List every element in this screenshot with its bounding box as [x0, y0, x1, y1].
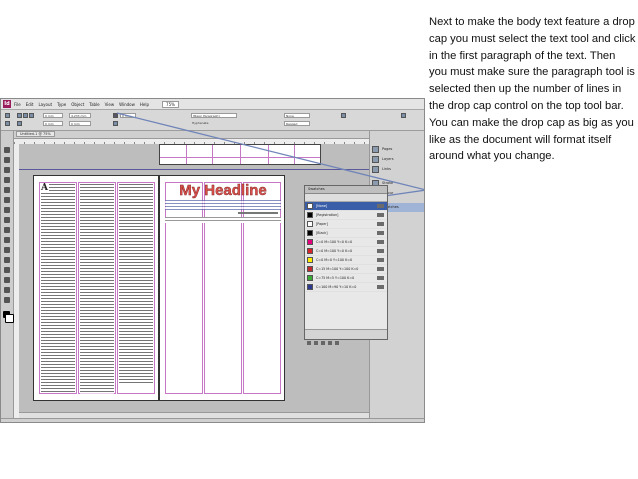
swatch-colour-icon [307, 284, 313, 290]
colour-mode-icon [377, 240, 384, 244]
swatch-name: [Registration] [316, 213, 339, 217]
swatch-name: C=100 M=90 Y=10 K=0 [316, 285, 357, 289]
indesign-screenshot: Id File Edit Layout Type Object Table Vi… [0, 98, 425, 423]
swatch-name: C=0 M=100 Y=0 K=0 [316, 249, 353, 253]
caption-text: Next to make the body text feature a dro… [429, 16, 636, 163]
show-colour-icon[interactable] [314, 341, 318, 345]
swatches-panel-toolbar [305, 194, 387, 202]
colour-mode-icon [377, 267, 384, 271]
swatch-colour-icon [307, 257, 313, 263]
swatch-name: C=0 M=100 Y=0 K=0 [316, 240, 353, 244]
swatch-name: C=75 M=5 Y=100 K=0 [316, 276, 355, 280]
swatch-colour-icon [307, 275, 313, 281]
swatches-panel-footer [305, 329, 387, 345]
swatch-row[interactable]: C=15 M=100 Y=100 K=0 [305, 265, 387, 274]
colour-mode-icon [377, 204, 384, 208]
delete-swatch-icon[interactable] [335, 341, 339, 345]
colour-mode-icon [377, 285, 384, 289]
swatch-colour-icon [307, 230, 313, 236]
swatch-name: [Paper] [316, 222, 328, 226]
colour-mode-icon [377, 258, 384, 262]
colour-mode-icon [377, 213, 384, 217]
show-gradient-icon[interactable] [321, 341, 325, 345]
swatches-panel-title: Swatches [305, 186, 387, 194]
swatch-row[interactable]: C=100 M=90 Y=10 K=0 [305, 283, 387, 292]
swatch-row[interactable]: [Paper] [305, 220, 387, 229]
swatch-name: [Black] [316, 231, 328, 235]
swatch-colour-icon [307, 203, 313, 209]
swatch-name: C=15 M=100 Y=100 K=0 [316, 267, 359, 271]
swatch-row[interactable]: C=0 M=0 Y=100 K=0 [305, 256, 387, 265]
swatch-colour-icon [307, 266, 313, 272]
new-swatch-icon[interactable] [328, 341, 332, 345]
swatch-row[interactable]: C=0 M=100 Y=0 K=0 [305, 238, 387, 247]
colour-mode-icon [377, 231, 384, 235]
swatch-colour-icon [307, 239, 313, 245]
swatch-colour-icon [307, 212, 313, 218]
colour-mode-icon [377, 222, 384, 226]
swatch-row[interactable]: C=75 M=5 Y=100 K=0 [305, 274, 387, 283]
swatch-row[interactable]: [Black] [305, 229, 387, 238]
swatch-row[interactable]: [None] [305, 202, 387, 211]
colour-mode-icon [377, 276, 384, 280]
swatch-colour-icon [307, 248, 313, 254]
swatch-colour-icon [307, 221, 313, 227]
swatch-row[interactable]: C=0 M=100 Y=0 K=0 [305, 247, 387, 256]
swatch-row[interactable]: [Registration] [305, 211, 387, 220]
show-all-icon[interactable] [307, 341, 311, 345]
swatches-panel: Swatches [None] [Registration] [Paper] [Bla… [304, 185, 388, 345]
swatches-list: [None] [Registration] [Paper] [Black] C=0 M=… [305, 202, 387, 292]
colour-mode-icon [377, 249, 384, 253]
swatch-name: [None] [316, 204, 328, 208]
swatch-name: C=0 M=0 Y=100 K=0 [316, 258, 353, 262]
status-bar [1, 418, 424, 422]
